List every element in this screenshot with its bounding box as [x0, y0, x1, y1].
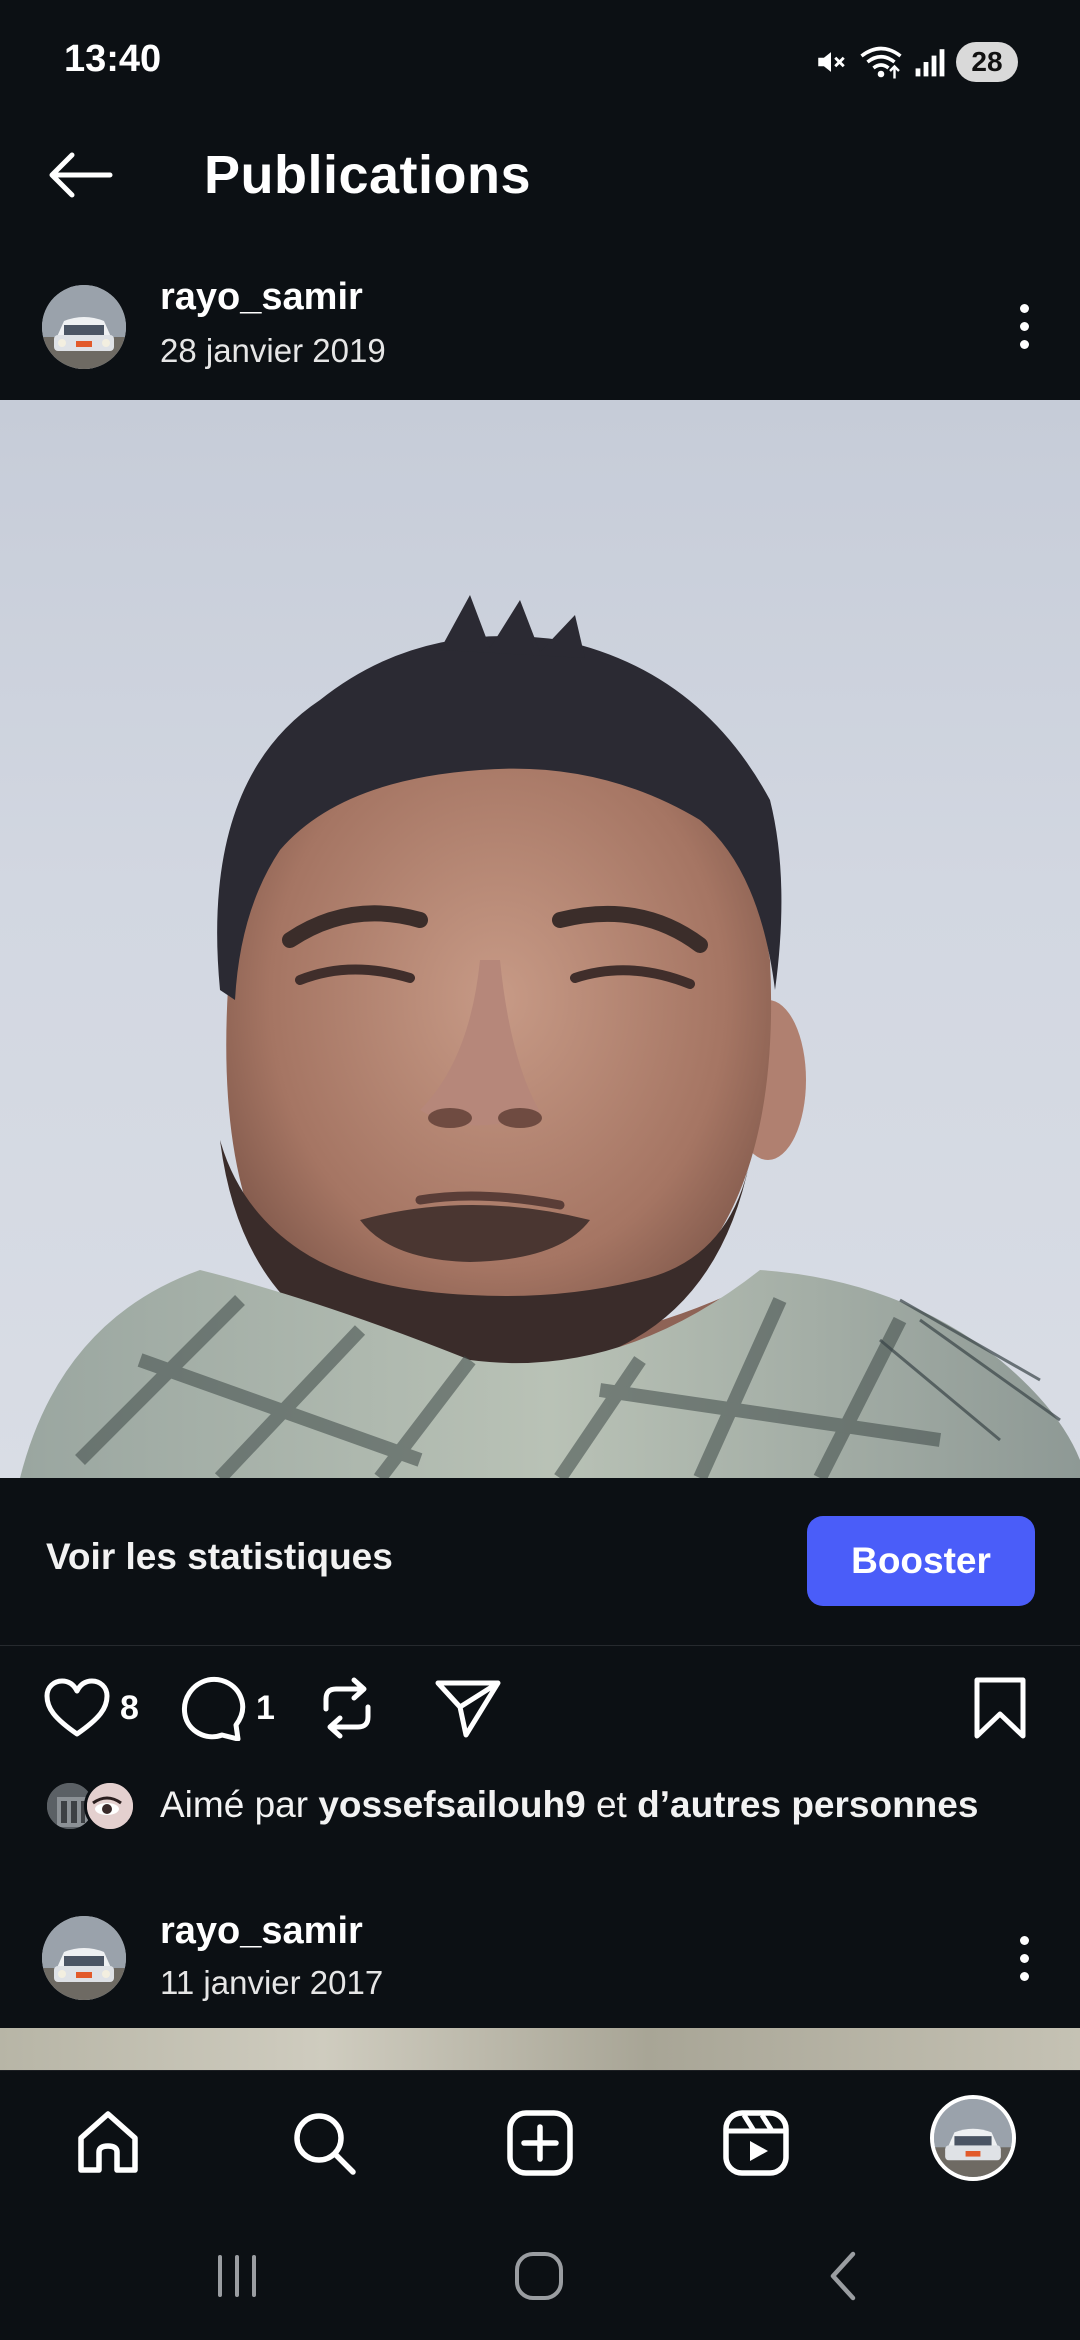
back-button[interactable]	[40, 140, 120, 210]
boost-button[interactable]: Booster	[807, 1516, 1035, 1606]
status-time: 13:40	[64, 38, 162, 80]
post-header: rayo_samir 28 janvier 2019	[0, 270, 1080, 380]
system-navigation-bar	[0, 2210, 1080, 2340]
home-icon	[78, 2111, 138, 2173]
home-system-button[interactable]	[494, 2246, 584, 2306]
search-icon	[294, 2113, 356, 2175]
avatar[interactable]	[42, 285, 126, 369]
likes-count[interactable]: 8	[120, 1689, 139, 1728]
nav-search-button[interactable]	[282, 2101, 366, 2185]
back-system-button[interactable]	[798, 2246, 888, 2306]
liked-by-others[interactable]: d’autres personnes	[637, 1784, 978, 1825]
liked-by-connector: et	[595, 1784, 627, 1825]
bottom-navigation	[0, 2070, 1080, 2210]
kebab-icon	[1019, 1935, 1029, 1945]
recent-apps-button[interactable]	[192, 2246, 282, 2306]
bookmark-icon	[974, 1677, 1026, 1739]
battery-indicator: 28	[956, 42, 1018, 82]
liker-avatar	[84, 1780, 136, 1832]
like-button[interactable]: 8	[44, 1670, 139, 1746]
comments-count[interactable]: 1	[256, 1689, 275, 1728]
post-actions: 8 1	[0, 1660, 1080, 1756]
repost-icon	[323, 1677, 371, 1739]
liked-by-prefix: Aimé par	[160, 1784, 309, 1825]
save-button[interactable]	[972, 1670, 1028, 1746]
send-icon	[435, 1680, 501, 1738]
post-date: 28 janvier 2019	[160, 332, 386, 369]
post-image[interactable]	[0, 2028, 1080, 2070]
create-icon	[507, 2110, 573, 2176]
liked-by-user[interactable]: yossefsailouh9	[318, 1784, 585, 1825]
nav-profile-button[interactable]	[930, 2095, 1016, 2181]
more-options-button[interactable]	[994, 286, 1054, 366]
post-username[interactable]: rayo_samir	[160, 276, 363, 319]
insights-row: Voir les statistiques Booster	[0, 1478, 1080, 1646]
post-username[interactable]: rayo_samir	[160, 1910, 363, 1953]
nav-reels-button[interactable]	[714, 2101, 798, 2185]
top-app-bar: Publications	[0, 120, 1080, 230]
comment-button[interactable]: 1	[180, 1670, 275, 1746]
avatar[interactable]	[42, 1916, 126, 2000]
post-header: rayo_samir 11 janvier 2017	[0, 1902, 1080, 2012]
recents-icon	[218, 2255, 256, 2297]
profile-avatar	[934, 2099, 1012, 2177]
more-options-button[interactable]	[994, 1918, 1054, 1998]
liked-by-row[interactable]: Aimé par yossefsailouh9 et d’autres pers…	[0, 1770, 1080, 1840]
wifi-icon	[860, 46, 902, 79]
arrow-left-icon	[49, 152, 113, 198]
share-button[interactable]	[434, 1670, 502, 1746]
mute-icon	[818, 52, 845, 72]
signal-icon	[915, 49, 945, 77]
status-bar: 13:40 28	[0, 0, 1080, 120]
heart-icon	[44, 1678, 110, 1737]
post-date: 11 janvier 2017	[160, 1964, 384, 2001]
kebab-icon	[1019, 303, 1029, 313]
view-insights-link[interactable]: Voir les statistiques	[46, 1536, 393, 1578]
chevron-left-icon	[830, 2251, 856, 2301]
home-circle-icon	[515, 2252, 563, 2300]
liked-by-text: Aimé par yossefsailouh9 et d’autres pers…	[160, 1784, 978, 1826]
nav-create-button[interactable]	[498, 2101, 582, 2185]
status-icons: 28	[814, 40, 1018, 84]
page-title: Publications	[204, 145, 532, 205]
nav-home-button[interactable]	[66, 2101, 150, 2185]
post-image[interactable]	[0, 400, 1080, 1478]
repost-button[interactable]	[316, 1670, 378, 1746]
comment-icon	[181, 1676, 246, 1741]
reels-icon	[723, 2110, 789, 2176]
